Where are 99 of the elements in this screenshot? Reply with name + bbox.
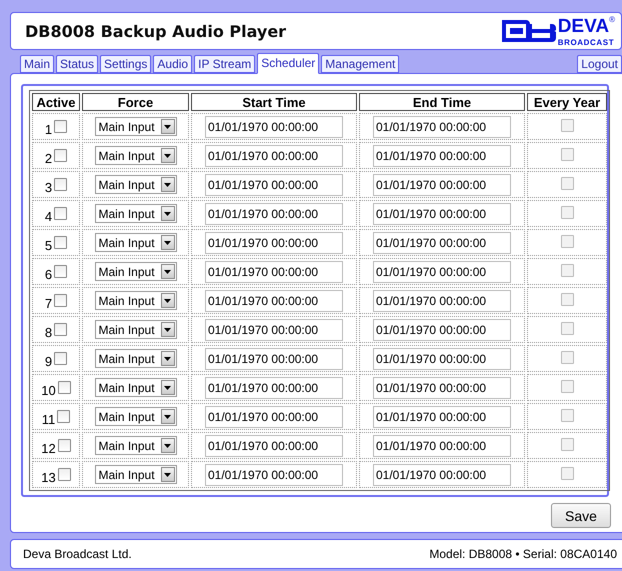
- caret-icon: [164, 154, 171, 158]
- start-time-field[interactable]: 01/01/1970 00:00:00: [205, 144, 343, 166]
- start-time-field[interactable]: 01/01/1970 00:00:00: [205, 116, 343, 138]
- caret-icon: [164, 386, 171, 390]
- start-time-field[interactable]: 01/01/1970 00:00:00: [205, 464, 343, 486]
- end-time-field[interactable]: 01/01/1970 00:00:00: [373, 232, 511, 254]
- end-time-field[interactable]: 01/01/1970 00:00:00: [373, 116, 511, 138]
- column-header: Every Year: [527, 93, 607, 111]
- nav-tab[interactable]: Scheduler: [257, 53, 320, 74]
- registered-mark: ®: [609, 14, 615, 24]
- force-select[interactable]: Main Input: [94, 320, 176, 339]
- active-checkbox[interactable]: [54, 352, 68, 365]
- logo-tagline: BROADCAST: [558, 38, 614, 46]
- force-select[interactable]: Main Input: [94, 436, 176, 455]
- logo-icon: [502, 20, 556, 42]
- caret-icon: [164, 182, 171, 186]
- row-number: 10: [41, 384, 56, 397]
- end-time-field[interactable]: 01/01/1970 00:00:00: [373, 260, 511, 282]
- caret-icon: [164, 240, 171, 244]
- active-checkbox[interactable]: [54, 236, 68, 249]
- start-time-field[interactable]: 01/01/1970 00:00:00: [205, 290, 343, 312]
- force-select[interactable]: Main Input: [94, 407, 176, 426]
- logout-tab[interactable]: Logout: [577, 55, 622, 73]
- nav-tab[interactable]: Main: [20, 55, 54, 73]
- caret-icon: [164, 414, 171, 418]
- row-number: 2: [44, 152, 52, 165]
- end-time-field[interactable]: 01/01/1970 00:00:00: [373, 144, 511, 166]
- row-number: 7: [44, 297, 52, 310]
- row-number: 5: [44, 239, 52, 252]
- column-header: Force: [82, 93, 189, 111]
- start-time-field[interactable]: 01/01/1970 00:00:00: [205, 348, 343, 370]
- end-time-field[interactable]: 01/01/1970 00:00:00: [373, 348, 511, 370]
- force-select[interactable]: Main Input: [94, 349, 176, 368]
- force-select[interactable]: Main Input: [94, 378, 176, 397]
- caret-icon: [164, 444, 171, 448]
- end-time-field[interactable]: 01/01/1970 00:00:00: [373, 376, 511, 398]
- caret-icon: [164, 328, 171, 332]
- page-title: DB8008 Backup Audio Player: [25, 22, 286, 40]
- row-number: 6: [44, 268, 52, 281]
- active-checkbox[interactable]: [54, 178, 68, 191]
- end-time-field[interactable]: 01/01/1970 00:00:00: [373, 406, 511, 428]
- active-checkbox[interactable]: [58, 381, 71, 394]
- active-checkbox[interactable]: [58, 439, 71, 452]
- end-time-field[interactable]: 01/01/1970 00:00:00: [373, 290, 511, 312]
- active-checkbox[interactable]: [54, 265, 68, 278]
- active-checkbox[interactable]: [54, 149, 68, 162]
- device-info: Model: DB8008 • Serial: 08CA0140: [429, 547, 617, 561]
- start-time-field[interactable]: 01/01/1970 00:00:00: [205, 174, 343, 196]
- force-select[interactable]: Main Input: [94, 146, 176, 165]
- end-time-field[interactable]: 01/01/1970 00:00:00: [373, 174, 511, 196]
- logo-name: DEVA: [558, 16, 610, 36]
- start-time-field[interactable]: 01/01/1970 00:00:00: [205, 202, 343, 224]
- row-number: 3: [44, 181, 52, 194]
- force-select[interactable]: Main Input: [94, 262, 176, 281]
- caret-icon: [164, 472, 171, 476]
- start-time-field[interactable]: 01/01/1970 00:00:00: [205, 232, 343, 254]
- start-time-field[interactable]: 01/01/1970 00:00:00: [205, 318, 343, 340]
- caret-icon: [164, 270, 171, 274]
- column-header: Active: [32, 93, 80, 111]
- caret-icon: [164, 124, 171, 128]
- row-number: 12: [41, 442, 56, 455]
- force-select[interactable]: Main Input: [94, 117, 176, 136]
- row-number: 13: [41, 471, 56, 484]
- end-time-field[interactable]: 01/01/1970 00:00:00: [373, 464, 511, 486]
- start-time-field[interactable]: 01/01/1970 00:00:00: [205, 434, 343, 456]
- end-time-field[interactable]: 01/01/1970 00:00:00: [373, 434, 511, 456]
- row-number: 9: [44, 355, 52, 368]
- start-time-field[interactable]: 01/01/1970 00:00:00: [205, 376, 343, 398]
- row-number: 8: [44, 326, 52, 339]
- nav-tab[interactable]: IP Stream: [194, 55, 256, 73]
- row-number: 1: [44, 123, 52, 136]
- force-select[interactable]: Main Input: [94, 175, 176, 194]
- nav-tab[interactable]: Status: [56, 55, 98, 73]
- row-number: 11: [42, 413, 56, 426]
- nav-tab[interactable]: Management: [321, 55, 400, 73]
- active-checkbox[interactable]: [58, 468, 71, 481]
- force-select[interactable]: Main Input: [94, 233, 176, 252]
- force-select[interactable]: Main Input: [94, 204, 176, 223]
- row-number: 4: [44, 210, 52, 223]
- nav-tab[interactable]: Audio: [153, 55, 192, 73]
- force-select[interactable]: Main Input: [94, 465, 176, 484]
- column-header: Start Time: [191, 93, 357, 111]
- active-checkbox[interactable]: [54, 323, 68, 336]
- start-time-field[interactable]: 01/01/1970 00:00:00: [205, 260, 343, 282]
- caret-icon: [164, 356, 171, 360]
- company-name: Deva Broadcast Ltd.: [23, 547, 132, 561]
- end-time-field[interactable]: 01/01/1970 00:00:00: [373, 318, 511, 340]
- column-header: End Time: [359, 93, 525, 111]
- active-checkbox[interactable]: [54, 294, 68, 307]
- caret-icon: [164, 212, 171, 216]
- active-checkbox[interactable]: [54, 207, 68, 220]
- active-checkbox[interactable]: [57, 410, 70, 423]
- nav-tab[interactable]: Settings: [100, 55, 152, 73]
- end-time-field[interactable]: 01/01/1970 00:00:00: [373, 202, 511, 224]
- active-checkbox[interactable]: [54, 120, 68, 133]
- save-button[interactable]: Save: [551, 503, 611, 528]
- caret-icon: [164, 298, 171, 302]
- force-select[interactable]: Main Input: [94, 291, 176, 310]
- start-time-field[interactable]: 01/01/1970 00:00:00: [205, 406, 343, 428]
